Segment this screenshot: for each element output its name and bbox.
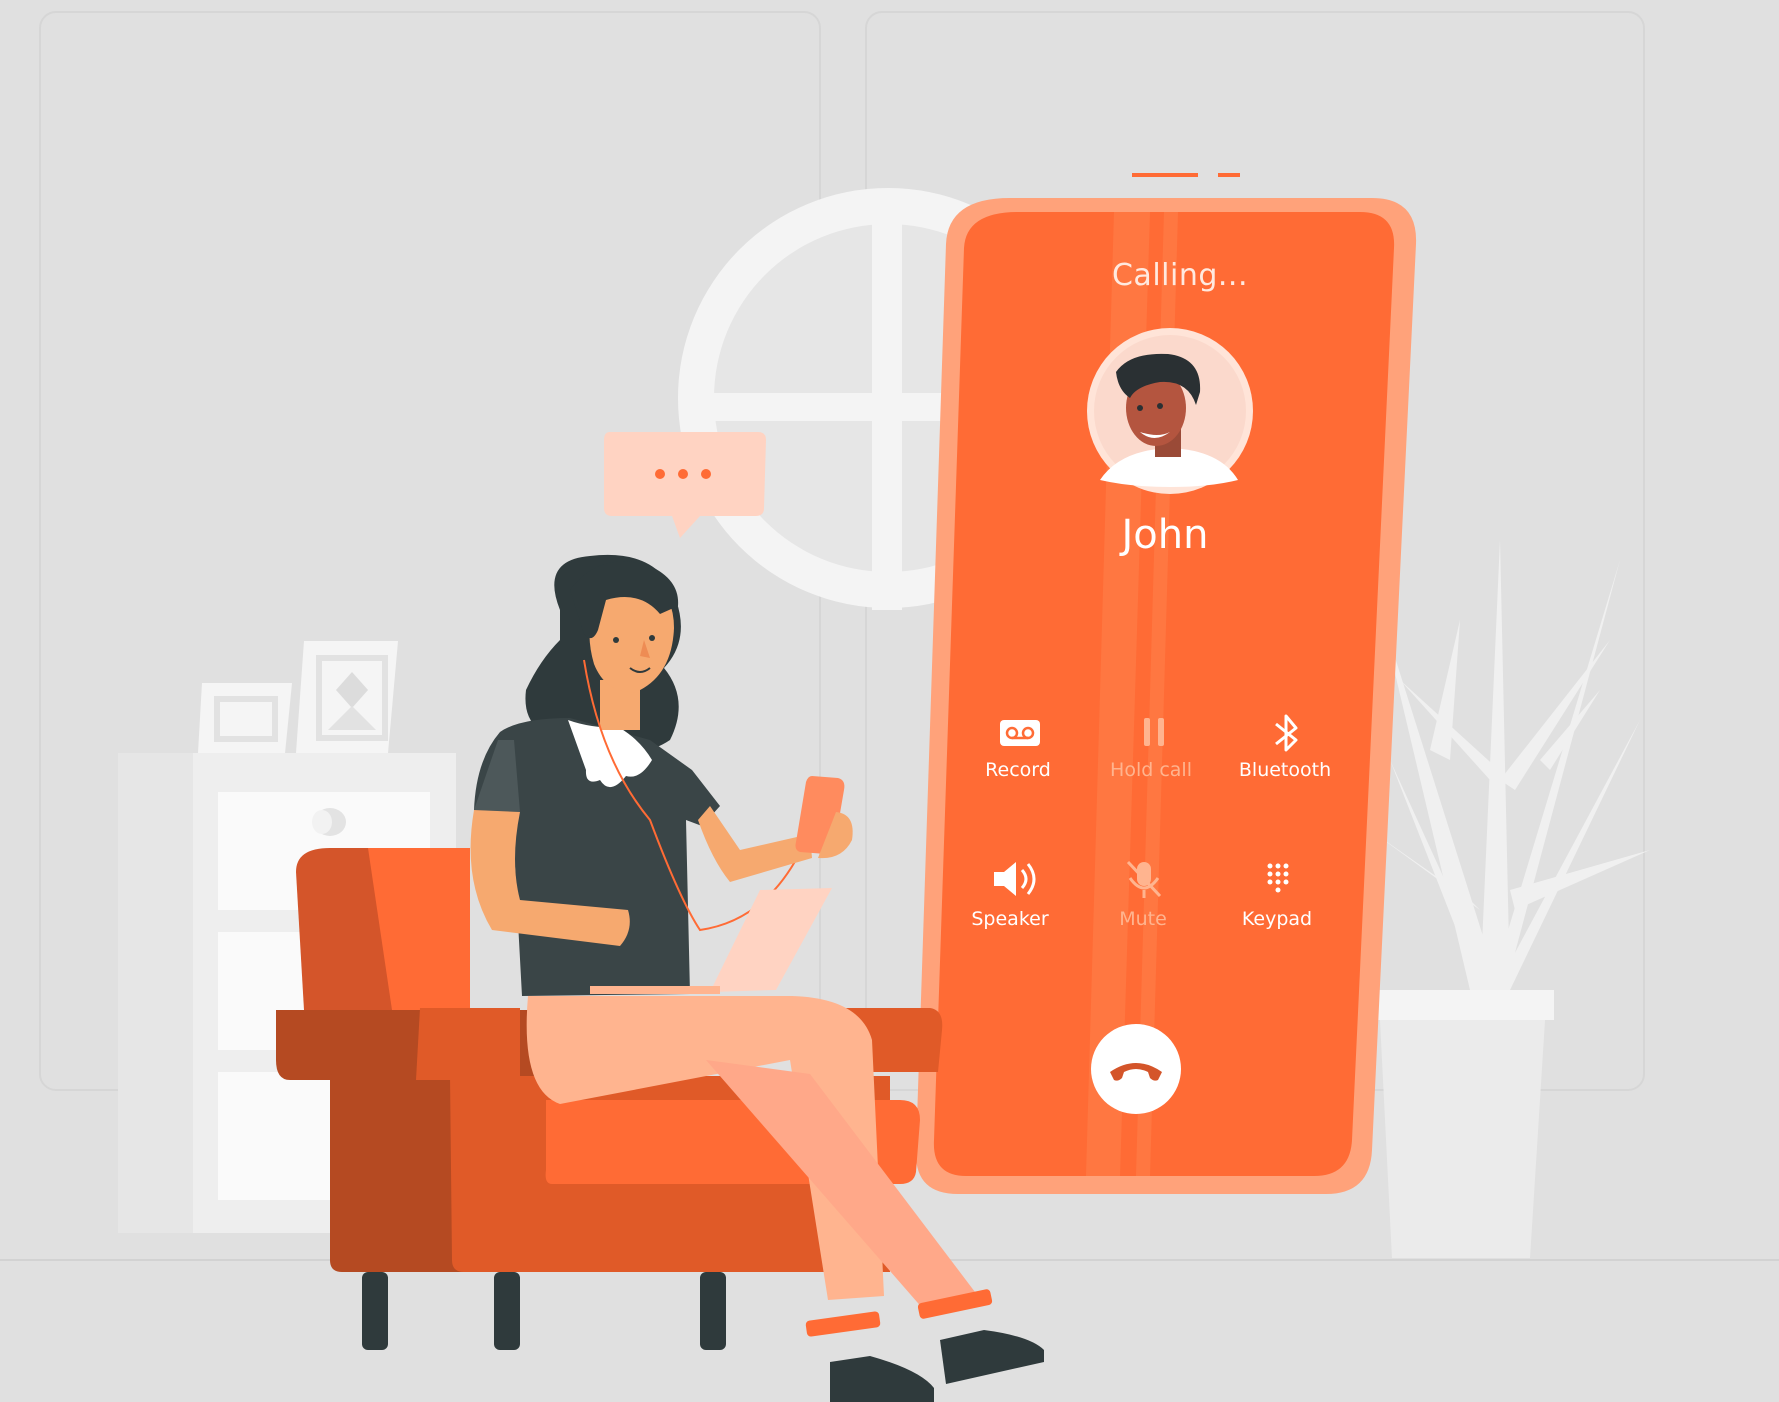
mute-label: Mute bbox=[1119, 908, 1167, 930]
record-button[interactable]: Record bbox=[948, 715, 1088, 805]
contact-name: John bbox=[1121, 512, 1209, 558]
typing-dots-icon bbox=[655, 469, 711, 479]
end-call-button[interactable] bbox=[1091, 1024, 1181, 1114]
bluetooth-button[interactable]: Bluetooth bbox=[1215, 715, 1355, 805]
mute-button[interactable]: Mute bbox=[1073, 864, 1213, 954]
speaker-button[interactable]: Speaker bbox=[940, 864, 1080, 954]
keypad-button[interactable]: Keypad bbox=[1207, 864, 1347, 954]
phone-hangup-icon bbox=[1110, 1063, 1162, 1081]
potted-plant bbox=[1370, 540, 1650, 1258]
hold-call-button[interactable]: Hold call bbox=[1081, 715, 1221, 805]
hold-call-label: Hold call bbox=[1110, 759, 1192, 781]
contact-avatar bbox=[1087, 328, 1253, 494]
bluetooth-label: Bluetooth bbox=[1238, 759, 1332, 781]
picture-frames bbox=[198, 641, 398, 753]
call-status-text: Calling... bbox=[1111, 258, 1248, 293]
keypad-label: Keypad bbox=[1241, 908, 1313, 930]
speaker-label: Speaker bbox=[971, 908, 1049, 930]
illustration-scene bbox=[0, 11, 1779, 1402]
record-label: Record bbox=[985, 759, 1051, 781]
